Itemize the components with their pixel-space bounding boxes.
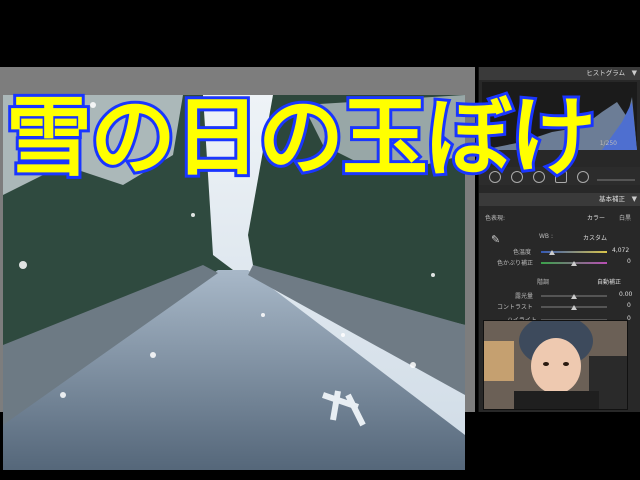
collapse-triangle-icon[interactable]: ▼ [632,193,637,206]
exposure-value[interactable]: 0.00 [619,291,632,298]
contrast-slider-thumb[interactable] [571,305,577,310]
temp-value[interactable]: 4,072 [612,247,629,254]
contrast-value[interactable]: 0 [627,302,631,309]
profile-label: 色表現: [485,215,506,222]
webcam-illustration [484,321,627,409]
exposure-slider-thumb[interactable] [571,294,577,299]
contrast-label: コントラスト [497,304,533,311]
profile-bw-button[interactable]: 白黒 [619,213,631,222]
auto-tone-button[interactable]: 自動補正 [597,277,621,286]
histogram-header[interactable]: ヒストグラム ▼ [479,67,640,80]
wb-select[interactable]: カスタム [583,233,607,242]
exposure-label: 露光量 [515,293,534,300]
title-banner: 雪の日の玉ぼけ [3,83,626,208]
collapse-triangle-icon[interactable]: ▼ [632,67,637,80]
title-overlay-text: 雪の日の玉ぼけ [3,85,599,191]
tone-label: 階調 [537,279,550,286]
wb-label: WB : [539,233,553,240]
tint-label: 色かぶり補正 [497,260,534,267]
tint-slider-thumb[interactable] [571,261,577,266]
profile-color-button[interactable]: カラー [587,213,605,222]
temp-slider-thumb[interactable] [549,250,555,255]
tint-value[interactable]: 0 [627,258,631,265]
webcam-overlay [483,320,628,410]
histogram-label: ヒストグラム [586,69,625,77]
temp-label: 色温度 [513,249,532,256]
wb-eyedropper-icon[interactable]: ✎ [491,233,500,246]
